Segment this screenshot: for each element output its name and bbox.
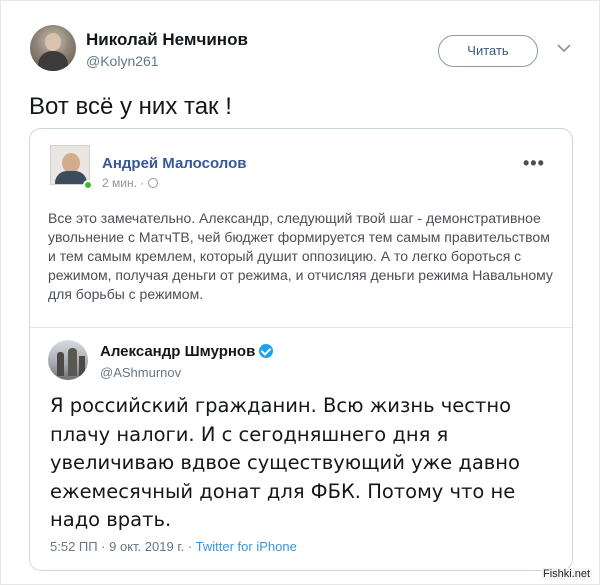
quoted-author-name: Александр Шмурнов [100,343,256,360]
quoted-author-name-row[interactable]: Александр Шмурнов [100,343,274,360]
avatar-tower-shape [79,356,85,376]
follow-button[interactable]: Читать [438,35,538,67]
quoted-author-avatar[interactable] [48,340,88,380]
quoted-tweet-meta: 5:52 ПП · 9 окт. 2019 г. · Twitter for i… [50,539,297,554]
fb-post-time: 2 мин. · [102,176,159,190]
avatar-head-shape [45,33,61,51]
quoted-screenshot-card: Андрей Малосолов 2 мин. · ••• Все это за… [29,128,573,571]
verified-badge-icon [259,344,274,358]
author-handle[interactable]: @Kolyn261 [86,53,159,69]
avatar-tower-shape [57,352,64,376]
more-options-icon[interactable]: ••• [523,153,545,174]
fb-time-label: 2 мин. · [102,176,145,190]
watermark: Fishki.net [541,568,593,580]
quoted-author-handle[interactable]: @AShmurnov [100,365,181,380]
avatar-face-shape [62,153,80,173]
fb-author-name[interactable]: Андрей Малосолов [102,155,246,172]
screenshot-frame: Николай Немчинов @Kolyn261 Читать Вот вс… [0,0,600,585]
fb-author-avatar[interactable] [50,145,90,185]
chevron-down-icon[interactable] [557,43,571,53]
author-name[interactable]: Николай Немчинов [86,30,248,50]
avatar-body-shape [38,51,68,71]
author-avatar[interactable] [30,25,76,71]
fb-post-text: Все это замечательно. Александр, следующ… [48,210,553,302]
online-status-dot [83,180,93,190]
globe-icon [148,178,159,188]
embedded-tweet: Александр Шмурнов @AShmurnov Я российски… [30,327,572,570]
avatar-tower-shape [68,348,77,376]
quoted-tweet-text: Я российский гражданин. Всю жизнь честно… [50,394,520,531]
tweet-text: Вот всё у них так ! [29,93,232,120]
quoted-tweet-timestamp[interactable]: 5:52 ПП · 9 окт. 2019 г. · [50,539,196,554]
quoted-tweet-source[interactable]: Twitter for iPhone [196,539,297,554]
